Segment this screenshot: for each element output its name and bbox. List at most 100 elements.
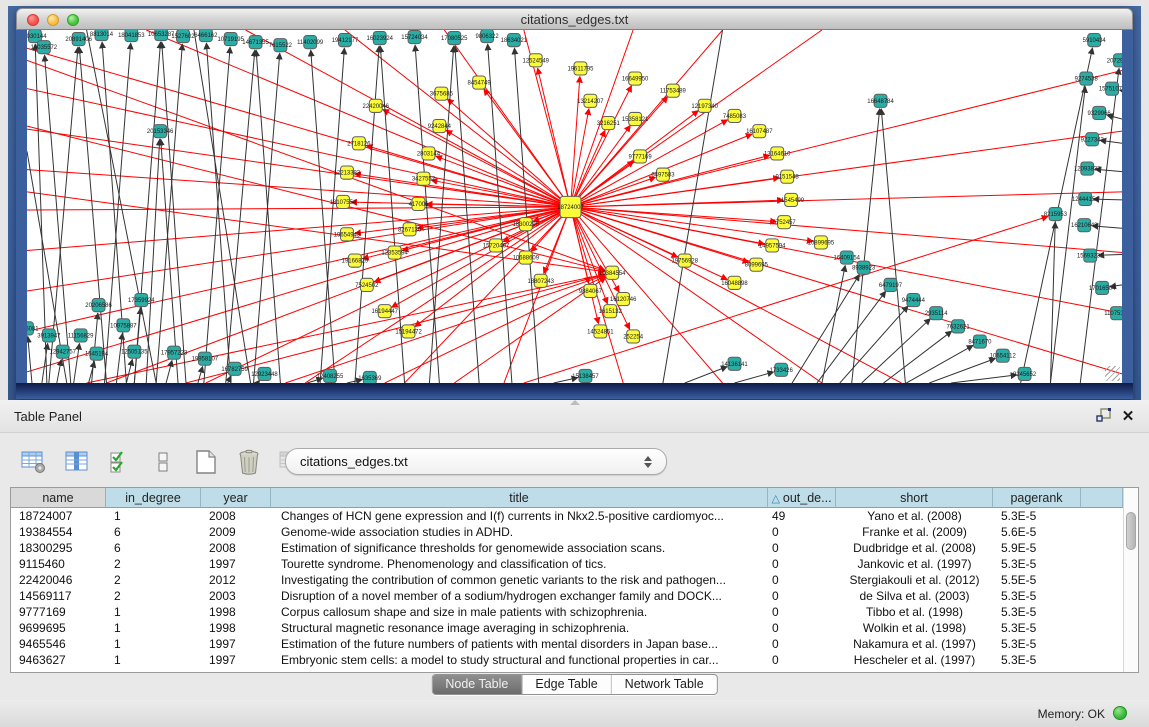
table-row[interactable]: 1456911722003Disruption of a novel membe… — [11, 588, 1123, 604]
table-row[interactable]: 911546021997Tourette syndrome. Phenomeno… — [11, 556, 1123, 572]
column-header-out_degree[interactable]: △out_de... — [768, 488, 836, 508]
delete-column-button[interactable] — [233, 446, 265, 478]
table-row[interactable]: 946554611997Estimation of the future num… — [11, 636, 1123, 652]
graph-node-label: 3216251 — [597, 121, 621, 127]
graph-edge — [929, 358, 995, 383]
table-row[interactable]: 946362711997Embryonic stem cells: a mode… — [11, 652, 1123, 668]
create-column-button[interactable] — [190, 446, 222, 478]
network-window[interactable]: citations_edges.txt 187240072242004627 — [16, 8, 1133, 399]
close-panel-button[interactable]: ✕ — [1119, 408, 1137, 426]
table-type-tabs: Node TableEdge TableNetwork Table — [431, 674, 717, 695]
graph-node-label: 9227343 — [1081, 137, 1105, 143]
graph-node-label: 2718126 — [347, 141, 371, 147]
graph-node-label: 19384554 — [599, 271, 626, 277]
cell-name: 14569117 — [11, 588, 106, 604]
graph-node-label: 5752457 — [773, 220, 797, 226]
cell-short: Yano et al. (2008) — [836, 508, 993, 524]
table-header-row: namein_degreeyeartitle△out_de...shortpag… — [11, 488, 1123, 508]
table-panel: Table Panel ✕ — [0, 400, 1149, 727]
graph-node-label: 9305081 — [27, 326, 39, 332]
cell-out_degree: 0 — [768, 556, 836, 572]
graph-node-label: 18807243 — [527, 279, 554, 285]
graph-node-label: 7632621 — [946, 324, 970, 330]
graph-node-label: 12213383 — [334, 171, 361, 177]
memory-status-indicator[interactable] — [1113, 706, 1127, 720]
column-header-pagerank[interactable]: pagerank — [993, 488, 1081, 508]
graph-node-label: 1545194 — [85, 352, 109, 358]
clear-selection-button[interactable] — [147, 446, 179, 478]
memory-status-label: Memory: OK — [1038, 707, 1105, 721]
graph-node-label: 12524549 — [523, 58, 550, 64]
column-header-year[interactable]: year — [201, 488, 271, 508]
graph-node-label: 2803144 — [417, 151, 441, 157]
vertical-scrollbar[interactable] — [1123, 488, 1138, 672]
graph-node-label: 15194472 — [395, 329, 422, 335]
show-hide-columns-button[interactable] — [61, 446, 93, 478]
graph-node-label: 12408255 — [317, 374, 344, 380]
select-all-columns-button[interactable] — [104, 446, 136, 478]
column-header-in_degree[interactable]: in_degree — [106, 488, 201, 508]
cell-name: 18300295 — [11, 540, 106, 556]
table-row[interactable]: 969969511998Structural magnetic resonanc… — [11, 620, 1123, 636]
table-row[interactable]: 1938455462009Genome-wide association stu… — [11, 524, 1123, 540]
table-options-button[interactable] — [18, 446, 50, 478]
graph-node-label: 17080525 — [441, 36, 468, 42]
cell-year: 1998 — [201, 620, 271, 636]
network-window-titlebar[interactable]: citations_edges.txt — [16, 8, 1133, 30]
graph-edge — [571, 70, 1122, 207]
graph-node-label: 7485083 — [723, 114, 747, 120]
scrollbar-thumb[interactable] — [1126, 512, 1136, 550]
table-panel-header: Table Panel ✕ — [0, 400, 1149, 433]
graph-node-label: 6497583 — [651, 173, 675, 179]
splitter-handle[interactable] — [570, 400, 580, 405]
cell-short: de Silva et al. (2003) — [836, 588, 993, 604]
table-selector-dropdown[interactable]: citations_edges.txt — [285, 448, 667, 475]
graph-edge — [367, 146, 571, 207]
graph-edge — [571, 207, 765, 244]
tab-node-table[interactable]: Node Table — [432, 675, 521, 694]
column-header-filler — [1081, 488, 1123, 508]
cell-out_degree: 49 — [768, 508, 836, 524]
column-header-short[interactable]: short — [836, 488, 993, 508]
window-resize-grip[interactable] — [1105, 366, 1120, 381]
network-canvas-svg[interactable]: 1872400722420046271812612213383181075541… — [27, 30, 1122, 383]
graph-edge — [571, 200, 784, 207]
graph-edge — [355, 207, 571, 233]
cell-name: 9777169 — [11, 604, 106, 620]
graph-edge — [571, 207, 777, 222]
graph-node-label: 16120746 — [610, 297, 637, 303]
cell-short: Wolkin et al. (1998) — [836, 620, 993, 636]
table-row[interactable]: 1872400712008Changes of HCN gene express… — [11, 508, 1123, 524]
graph-node-label: 16649950 — [622, 77, 649, 83]
graph-node-label: 19166829 — [342, 259, 369, 265]
tab-network-table[interactable]: Network Table — [611, 675, 717, 694]
column-header-name[interactable]: name — [11, 488, 106, 508]
cell-in_degree: 1 — [106, 620, 201, 636]
network-canvas[interactable]: 1872400722420046271812612213383181075541… — [27, 30, 1122, 383]
cell-pagerank: 5.3E-5 — [993, 652, 1081, 668]
graph-node-label: 2030144 — [27, 34, 47, 40]
tab-edge-table[interactable]: Edge Table — [521, 675, 610, 694]
graph-node-label: 15720407 — [483, 243, 510, 249]
graph-edge — [792, 275, 859, 383]
cell-title: Structural magnetic resonance image aver… — [271, 620, 768, 636]
table-row[interactable]: 2242004622012Investigating the contribut… — [11, 572, 1123, 588]
graph-node-label: 9884067 — [579, 289, 603, 295]
graph-edge — [285, 275, 604, 383]
cell-out_degree: 0 — [768, 524, 836, 540]
column-header-title[interactable]: title — [271, 488, 768, 508]
cell-pagerank: 5.6E-5 — [993, 524, 1081, 540]
graph-node-label: 13214207 — [577, 99, 604, 105]
cell-in_degree: 2 — [106, 556, 201, 572]
float-panel-button[interactable] — [1095, 408, 1113, 426]
cell-year: 1997 — [201, 652, 271, 668]
graph-node-label: 19756928 — [672, 259, 699, 265]
table-row[interactable]: 977716911998Corpus callosum shape and si… — [11, 604, 1123, 620]
graph-node-label: 417006 — [409, 202, 430, 208]
table-row[interactable]: 1830029562008Estimation of significance … — [11, 540, 1123, 556]
graph-node-label: 14957594 — [759, 243, 786, 249]
cell-name: 9465546 — [11, 636, 106, 652]
graph-node-label: 14671355 — [242, 40, 269, 46]
graph-node-label: 9329966 — [1088, 111, 1112, 117]
graph-edge — [571, 207, 1122, 374]
